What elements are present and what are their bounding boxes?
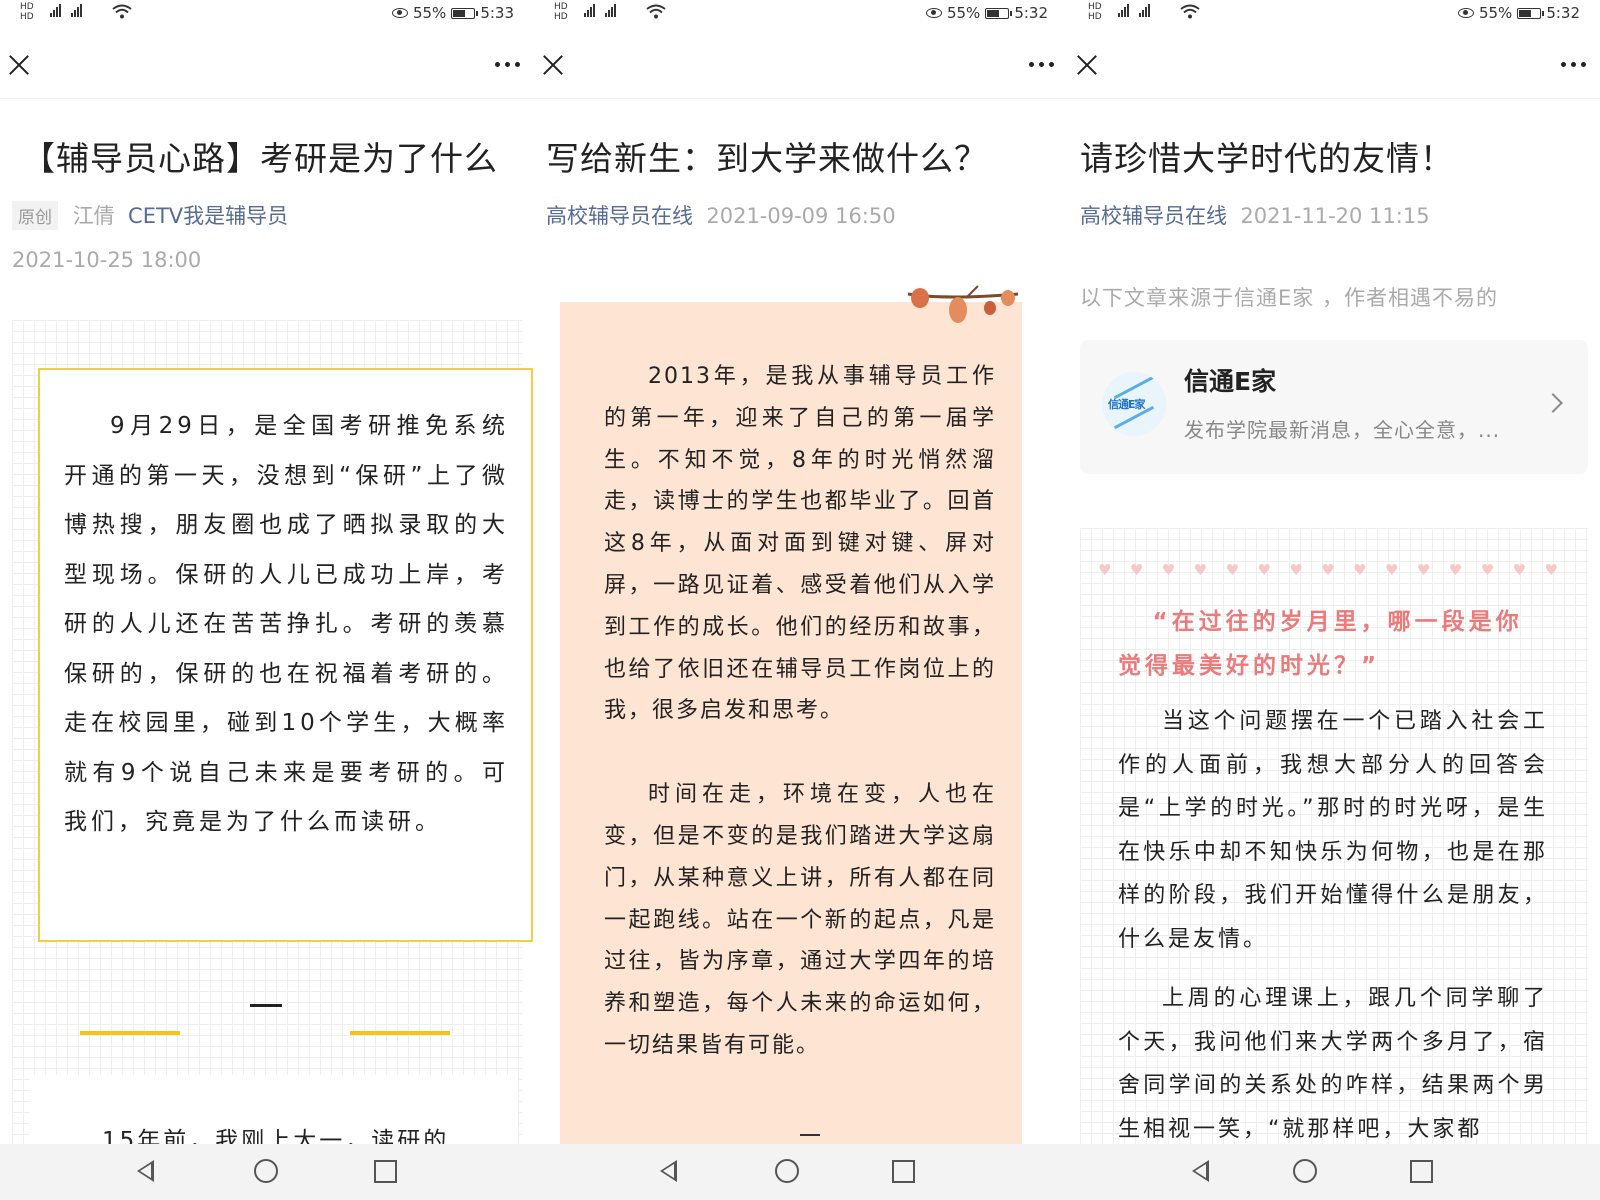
source-account-name: 信通E家: [1184, 367, 1277, 396]
more-options-icon[interactable]: [495, 62, 520, 67]
account-link[interactable]: 高校辅导员在线: [546, 204, 693, 228]
article-meta: 高校辅导员在线 2021-11-20 11:15: [1080, 200, 1430, 230]
publish-date: 2021-10-25 18:00: [12, 248, 202, 272]
quote-box: 9月29日，是全国考研推免系统开通的第一天，没想到“保研”上了微博热搜，朋友圈也…: [38, 368, 533, 942]
peach-text-card: 2013年，是我从事辅导员工作的第一年，迎来了自己的第一届学生。不知不觉，8年的…: [560, 302, 1022, 1200]
article-meta: 原创 江倩 CETV我是辅导员: [12, 200, 288, 230]
heart-border-decoration: ♥ ♥ ♥ ♥ ♥ ♥ ♥ ♥ ♥ ♥ ♥ ♥ ♥ ♥ ♥: [1098, 561, 1558, 579]
status-bar: HD HD 55% 5:32: [1068, 0, 1600, 28]
hd-indicator: HD HD: [20, 2, 34, 22]
recents-square-icon[interactable]: [374, 1160, 397, 1183]
source-account-card[interactable]: 信通E家 信通E家 发布学院最新消息，全心全意，...: [1080, 340, 1588, 474]
article-screen-3: HD HD 55% 5:32 请珍惜大学时代的友情！ 高校辅导员在线 2021-1…: [1068, 0, 1600, 1200]
account-link[interactable]: CETV我是辅导员: [128, 204, 288, 228]
author-name: 江倩: [72, 204, 115, 228]
publish-date: 2021-11-20 11:15: [1240, 204, 1430, 228]
account-logo: 信通E家: [1102, 372, 1166, 436]
back-triangle-icon[interactable]: [137, 1160, 154, 1182]
clock: 5:33: [480, 4, 514, 22]
back-triangle-icon[interactable]: [660, 1160, 677, 1182]
recents-square-icon[interactable]: [892, 1160, 915, 1183]
top-bar: [534, 42, 1068, 99]
article-screen-2: HD HD 55% 5:32 写给新生：到大学来做什么？ 高校辅导员在线 2021…: [534, 0, 1068, 1200]
source-note: 以下文章来源于信通E家 ，作者相遇不易的: [1080, 286, 1498, 310]
article-paragraph: 上周的心理课上，跟几个同学聊了个天，我问他们来大学两个多月了，宿舍同学间的关系处…: [1118, 986, 1548, 1142]
battery-percent: 55%: [412, 4, 447, 22]
battery-percent: 55%: [946, 4, 981, 22]
article-title: 请珍惜大学时代的友情！: [1080, 139, 1454, 178]
original-badge: 原创: [12, 201, 58, 230]
persimmon-branch-decoration: [907, 285, 1019, 323]
signal-icon: [1118, 4, 1150, 17]
clock: 5:32: [1546, 4, 1580, 22]
article-paragraph: 当这个问题摆在一个已踏入社会工作的人面前，我想大部分人的回答会是“上学的时光。”…: [1118, 709, 1548, 952]
system-nav-bar: [1068, 1144, 1600, 1200]
eye-comfort-icon: [925, 8, 942, 18]
top-bar: [1068, 42, 1600, 99]
article-screen-1: HD HD 55% 5:33 【辅导员心路】考研是为了什么 原创 江倩 CETV我…: [0, 0, 534, 1200]
article-paragraph: 9月29日，是全国考研推免系统开通的第一天，没想到“保研”上了微博热搜，朋友圈也…: [64, 413, 509, 835]
wifi-icon: [646, 4, 666, 19]
close-icon[interactable]: [1074, 52, 1100, 78]
home-circle-icon[interactable]: [254, 1159, 278, 1183]
article-body: 当这个问题摆在一个已踏入社会工作的人面前，我想大部分人的回答会是“上学的时光。”…: [1118, 700, 1548, 1167]
section-divider: [250, 1004, 282, 1007]
eye-comfort-icon: [1457, 8, 1474, 18]
status-bar: HD HD 55% 5:32: [534, 0, 1068, 28]
close-icon[interactable]: [540, 52, 566, 78]
signal-icon: [584, 4, 616, 17]
battery-percent: 55%: [1478, 4, 1513, 22]
section-divider: [800, 1134, 820, 1136]
yellow-rule-left: [80, 1031, 180, 1035]
more-options-icon[interactable]: [1561, 62, 1586, 67]
article-paragraph: 15年前，我刚上大一，读研的: [102, 1128, 450, 1154]
signal-icon: [50, 4, 82, 17]
wifi-icon: [112, 4, 132, 19]
more-options-icon[interactable]: [1029, 62, 1054, 67]
source-account-desc: 发布学院最新消息，全心全意，...: [1184, 418, 1501, 442]
article-title: 写给新生：到大学来做什么？: [546, 139, 988, 178]
clock: 5:32: [1014, 4, 1048, 22]
hd-indicator: HD HD: [1088, 2, 1102, 22]
account-link[interactable]: 高校辅导员在线: [1080, 204, 1227, 228]
battery-icon: [451, 7, 479, 19]
yellow-rule-right: [350, 1031, 450, 1035]
chevron-right-icon: [1543, 393, 1563, 413]
top-bar: [0, 42, 534, 99]
article-paragraph: 2013年，是我从事辅导员工作的第一年，迎来了自己的第一届学生。不知不觉，8年的…: [604, 364, 996, 724]
home-circle-icon[interactable]: [775, 1159, 799, 1183]
hd-indicator: HD HD: [554, 2, 568, 22]
system-nav-bar: [0, 1144, 534, 1200]
publish-date: 2021-09-09 16:50: [706, 204, 896, 228]
home-circle-icon[interactable]: [1293, 1159, 1317, 1183]
battery-icon: [1517, 7, 1545, 19]
close-icon[interactable]: [6, 52, 32, 78]
system-nav-bar: [534, 1144, 1068, 1200]
wifi-icon: [1180, 4, 1200, 19]
article-title: 【辅导员心路】考研是为了什么: [22, 139, 498, 178]
highlight-quote: “在过往的岁月里，哪一段是你觉得最美好的时光？”: [1118, 609, 1523, 679]
eye-comfort-icon: [391, 8, 408, 18]
article-meta: 高校辅导员在线 2021-09-09 16:50: [546, 200, 896, 230]
article-paragraph: 时间在走，环境在变，人也在变，但是不变的是我们踏进大学这扇门，从某种意义上讲，所…: [604, 782, 996, 1058]
recents-square-icon[interactable]: [1410, 1160, 1433, 1183]
status-bar: HD HD 55% 5:33: [0, 0, 534, 28]
back-triangle-icon[interactable]: [1192, 1160, 1209, 1182]
battery-icon: [985, 7, 1013, 19]
